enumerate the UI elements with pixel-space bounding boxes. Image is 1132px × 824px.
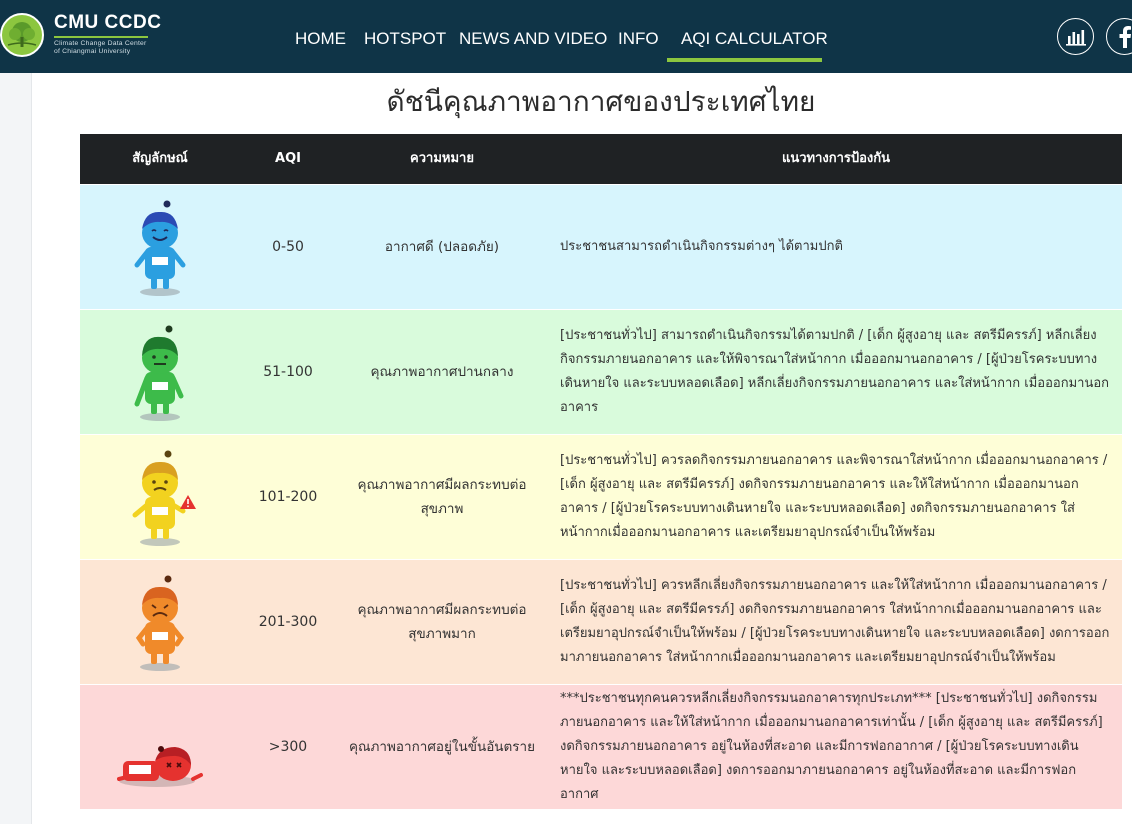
logo-subtitle: Climate Change Data Center of Chiangmai … [54, 40, 146, 56]
nav-home[interactable]: HOME [295, 29, 346, 49]
header-aqi: AQI [275, 151, 301, 166]
facebook-button[interactable] [1106, 18, 1132, 55]
table-row: 0-50 อากาศดี (ปลอดภัย) ประชาชนสามารถดำเน… [80, 185, 1122, 309]
nav-info[interactable]: INFO [618, 29, 659, 49]
mascot-moderate-icon [134, 325, 184, 421]
nav-hotspot[interactable]: HOTSPOT [364, 29, 446, 49]
header-meaning: ความหมาย [410, 151, 474, 166]
aqi-advice: [ประชาชนทั่วไป] สามารถดำเนินกิจกรรมได้ตา… [560, 328, 1110, 415]
aqi-advice: ประชาชนสามารถดำเนินกิจกรรมต่างๆ ได้ตามปก… [560, 239, 843, 254]
aqi-meaning: อากาศดี (ปลอดภัย) [384, 239, 500, 255]
globe-tree-logo-icon[interactable] [0, 11, 46, 59]
aqi-range: 51-100 [263, 364, 313, 380]
aqi-meaning: คุณภาพอากาศมีผลกระทบต่อสุขภาพ [357, 477, 527, 517]
mascot-good-icon [134, 200, 186, 296]
bar-chart-icon [1065, 29, 1086, 46]
logo-title[interactable]: CMU CCDC [54, 12, 161, 34]
nav-active-indicator [667, 58, 822, 62]
page-title: ดัชนีคุณภาพอากาศของประเทศไทย [386, 85, 816, 118]
nav-aqi-calculator[interactable]: AQI CALCULATOR [681, 29, 828, 49]
aqi-range: 0-50 [272, 239, 304, 255]
aqi-range: 201-300 [258, 614, 318, 630]
aqi-meaning: คุณภาพอากาศอยู่ในขั้นอันตราย [348, 739, 536, 755]
mascot-very-unhealthy-icon [135, 575, 185, 671]
table-header: สัญลักษณ์ AQI ความหมาย แนวทางการป้องกัน [80, 134, 1122, 184]
logo-underline [54, 36, 148, 38]
aqi-meaning: คุณภาพอากาศปานกลาง [370, 364, 514, 380]
table-row: >300 คุณภาพอากาศอยู่ในขั้นอันตราย ***ประ… [80, 685, 1122, 809]
left-side-panel [0, 73, 32, 824]
aqi-range: >300 [268, 739, 308, 755]
table-row: 51-100 คุณภาพอากาศปานกลาง [ประชาชนทั่วไป… [80, 310, 1122, 434]
facebook-icon [1119, 25, 1131, 48]
logo-subtitle-line1: Climate Change Data Center [54, 40, 147, 47]
aqi-range: 101-200 [258, 489, 318, 505]
aqi-advice: [ประชาชนทั่วไป] ควรหลีกเลี่ยงกิจกรรมภายน… [560, 578, 1110, 665]
aqi-advice: [ประชาชนทั่วไป] ควรลดกิจกรรมภายนอกอาคาร … [560, 453, 1108, 540]
aqi-meaning: คุณภาพอากาศมีผลกระทบต่อสุขภาพมาก [357, 602, 527, 642]
nav-news-and-video[interactable]: NEWS AND VIDEO [459, 29, 607, 49]
stats-button[interactable] [1057, 18, 1094, 55]
table-row: 101-200 คุณภาพอากาศมีผลกระทบต่อสุขภาพ [ป… [80, 435, 1122, 559]
logo-subtitle-line2: of Chiangmai University [54, 48, 131, 55]
header-symbol: สัญลักษณ์ [132, 151, 188, 166]
header-advice: แนวทางการป้องกัน [781, 151, 891, 166]
mascot-hazardous-icon [117, 746, 203, 787]
mascot-unhealthy-icon [132, 450, 196, 546]
top-navbar: CMU CCDC Climate Change Data Center of C… [0, 0, 1132, 73]
table-row: 201-300 คุณภาพอากาศมีผลกระทบต่อสุขภาพมาก… [80, 560, 1122, 684]
aqi-advice: ***ประชาชนทุกคนควรหลีกเลี่ยงกิจกรรมนอกอา… [560, 691, 1103, 802]
